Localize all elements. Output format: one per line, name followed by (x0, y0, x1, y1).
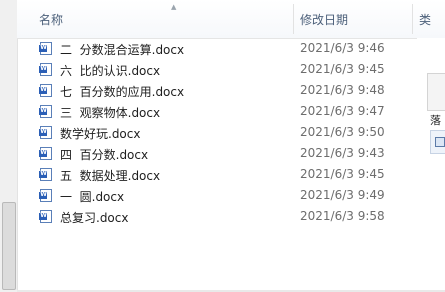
file-name: 七 百分数的应用.docx (60, 85, 185, 99)
column-divider[interactable] (412, 4, 413, 34)
vertical-scrollbar[interactable] (0, 0, 18, 292)
word-document-icon: W (39, 189, 52, 202)
column-name-header[interactable]: 名称 (39, 11, 63, 28)
word-document-icon: W (39, 105, 52, 118)
file-name: 一 圆.docx (60, 190, 125, 204)
scrollbar-thumb[interactable] (2, 202, 16, 290)
file-modified-date: 2021/6/3 9:48 (300, 83, 385, 97)
file-modified-date: 2021/6/3 9:47 (300, 104, 385, 118)
file-name: 三 观察物体.docx (60, 106, 161, 120)
file-modified-date: 2021/6/3 9:58 (300, 209, 385, 223)
file-modified-date: 2021/6/3 9:49 (300, 188, 385, 202)
file-modified-date: 2021/6/3 9:50 (300, 125, 385, 139)
file-row[interactable]: W 七 百分数的应用.docx 2021/6/3 9:48 (17, 80, 417, 101)
column-type-header[interactable]: 类 (419, 11, 431, 28)
right-panel-text: 落 (430, 114, 441, 127)
word-document-icon: W (39, 168, 52, 181)
column-divider[interactable] (293, 4, 294, 34)
file-name: 六 比的认识.docx (60, 64, 161, 78)
word-document-icon: W (39, 210, 52, 223)
file-modified-date: 2021/6/3 9:45 (300, 62, 385, 76)
file-name: 总复习.docx (60, 211, 129, 225)
file-modified-date: 2021/6/3 9:45 (300, 167, 385, 181)
right-panel-box (427, 73, 445, 111)
column-header: ▲ 名称 修改日期 类 (17, 0, 445, 39)
window-icon (435, 137, 445, 147)
file-modified-date: 2021/6/3 9:43 (300, 146, 385, 160)
right-panel-button[interactable] (430, 130, 445, 154)
sort-up-icon: ▲ (171, 3, 177, 11)
word-document-icon: W (39, 63, 52, 76)
file-row[interactable]: W 五 数据处理.docx 2021/6/3 9:45 (17, 164, 417, 185)
file-row[interactable]: W 三 观察物体.docx 2021/6/3 9:47 (17, 101, 417, 122)
column-date-header[interactable]: 修改日期 (300, 11, 348, 28)
file-list: W 二 分数混合运算.docx 2021/6/3 9:46 W 六 比的认识.d… (17, 38, 417, 227)
file-name: 五 数据处理.docx (60, 169, 161, 183)
file-name: 数学好玩.docx (60, 127, 141, 141)
word-document-icon: W (39, 126, 52, 139)
word-document-icon: W (39, 42, 52, 55)
file-name: 四 百分数.docx (60, 148, 149, 162)
file-row[interactable]: W 总复习.docx 2021/6/3 9:58 (17, 206, 417, 227)
file-modified-date: 2021/6/3 9:46 (300, 41, 385, 55)
file-row[interactable]: W 二 分数混合运算.docx 2021/6/3 9:46 (17, 38, 417, 59)
file-name: 二 分数混合运算.docx (60, 43, 185, 57)
file-row[interactable]: W 一 圆.docx 2021/6/3 9:49 (17, 185, 417, 206)
word-document-icon: W (39, 147, 52, 160)
file-row[interactable]: W 四 百分数.docx 2021/6/3 9:43 (17, 143, 417, 164)
file-row[interactable]: W 数学好玩.docx 2021/6/3 9:50 (17, 122, 417, 143)
file-row[interactable]: W 六 比的认识.docx 2021/6/3 9:45 (17, 59, 417, 80)
word-document-icon: W (39, 84, 52, 97)
